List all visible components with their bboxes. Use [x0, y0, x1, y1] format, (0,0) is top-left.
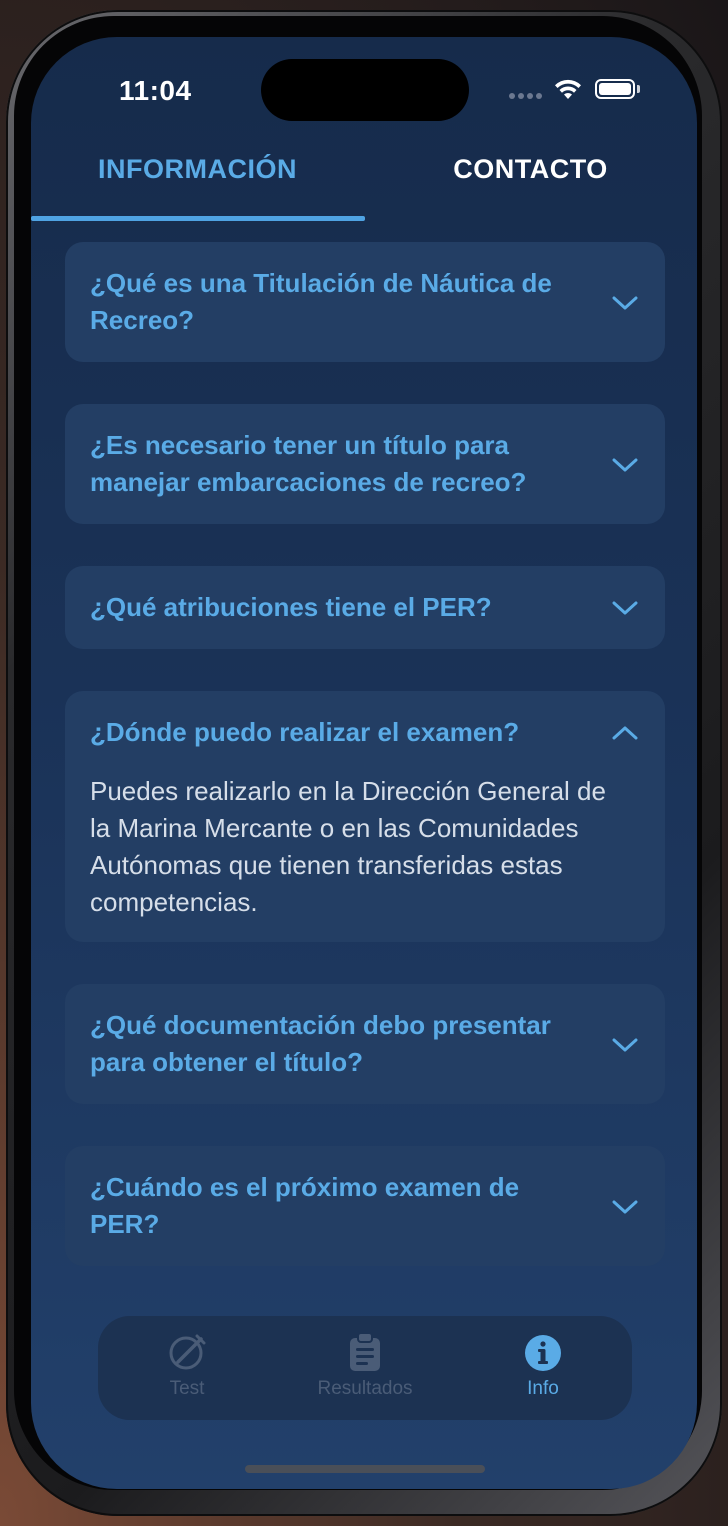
tab-contacto[interactable]: CONTACTO: [364, 137, 697, 217]
chevron-up-icon: [612, 726, 638, 740]
chevron-down-icon: [612, 601, 638, 615]
faq-question: ¿Es necesario tener un título para manej…: [90, 430, 527, 497]
faq-item[interactable]: ¿Qué atribuciones tiene el PER?: [65, 566, 665, 649]
top-tab-bar: INFORMACIÓN CONTACTO: [31, 137, 697, 221]
info-icon: [525, 1335, 561, 1371]
tab-selected-indicator: [31, 216, 365, 221]
dynamic-island: [261, 59, 469, 121]
battery-icon: [595, 79, 635, 99]
tab-informacion[interactable]: INFORMACIÓN: [31, 137, 364, 217]
compass-pencil-icon: [169, 1334, 206, 1370]
faq-question: ¿Qué documentación debo presentar para o…: [90, 1010, 551, 1077]
chevron-down-icon: [612, 458, 638, 472]
faq-question: ¿Dónde puedo realizar el examen?: [90, 717, 520, 747]
faq-item[interactable]: ¿Qué documentación debo presentar para o…: [65, 984, 665, 1104]
faq-question: ¿Cuándo es el próximo examen de PER?: [90, 1172, 520, 1239]
chevron-down-icon: [612, 1038, 638, 1052]
app-screen: 11:04 INFORMACIÓN CONTACTO ¿Qué es una T…: [31, 37, 697, 1489]
faq-question: ¿Qué atribuciones tiene el PER?: [90, 592, 492, 622]
tab-resultados[interactable]: Resultados: [276, 1316, 454, 1420]
bottom-tab-bar: Test Resultados Info: [98, 1316, 632, 1420]
tab-resultados-label: Resultados: [317, 1378, 413, 1399]
status-bar: 11:04: [31, 37, 697, 147]
wifi-icon: [555, 79, 581, 99]
chevron-down-icon: [612, 296, 638, 310]
battery-cap: [637, 85, 640, 93]
tab-info-label: Info: [527, 1378, 559, 1399]
faq-item[interactable]: ¿Cuándo es el próximo examen de PER?: [65, 1146, 665, 1266]
tab-test[interactable]: Test: [98, 1316, 276, 1420]
clipboard-icon: [350, 1332, 380, 1371]
faq-item-expanded[interactable]: ¿Dónde puedo realizar el examen? Puedes …: [65, 691, 665, 942]
faq-question: ¿Qué es una Titulación de Náutica de Rec…: [90, 268, 552, 335]
tab-test-label: Test: [169, 1378, 205, 1399]
status-time: 11:04: [119, 75, 192, 106]
faq-item[interactable]: ¿Qué es una Titulación de Náutica de Rec…: [65, 242, 665, 362]
tab-info[interactable]: Info: [454, 1316, 632, 1420]
cellular-signal-icon: [509, 93, 547, 101]
faq-answer: Puedes realizarlo en la Dirección Genera…: [90, 776, 606, 917]
home-indicator[interactable]: [245, 1465, 485, 1473]
chevron-down-icon: [612, 1200, 638, 1214]
faq-item[interactable]: ¿Es necesario tener un título para manej…: [65, 404, 665, 524]
